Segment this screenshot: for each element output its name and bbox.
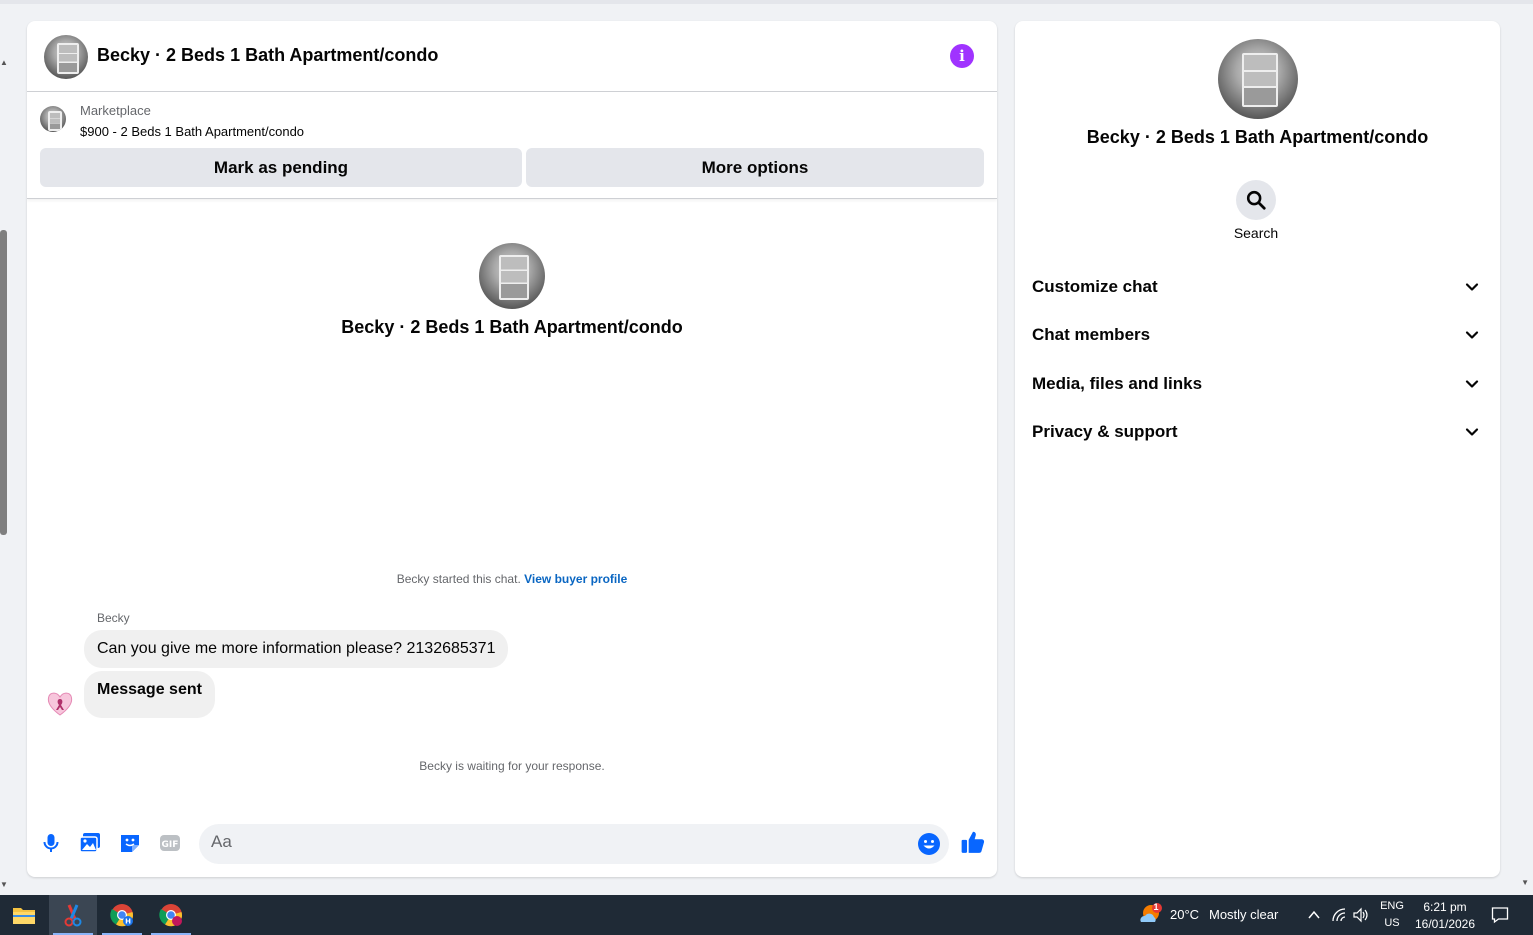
section-label: Privacy & support [1032, 422, 1178, 441]
section-chat-members[interactable]: Chat members [1015, 313, 1500, 357]
marketplace-label: Marketplace [80, 103, 151, 118]
message-input-box[interactable] [199, 824, 949, 864]
clock-date[interactable]: 16/01/2026 [1410, 917, 1480, 931]
wifi-icon[interactable] [1331, 907, 1349, 923]
view-buyer-profile-link[interactable]: View buyer profile [524, 572, 627, 586]
chevron-down-icon [1465, 331, 1479, 339]
section-privacy-support[interactable]: Privacy & support [1015, 410, 1500, 454]
page-scrollbar-thumb[interactable] [0, 230, 7, 535]
chat-started-notice: Becky started this chat. View buyer prof… [27, 572, 997, 586]
scroll-down-arrow-icon[interactable]: ▼ [0, 880, 8, 889]
weather-temperature: 20°C [1170, 907, 1200, 922]
chat-panel: Becky · 2 Beds 1 Bath Apartment/condo i … [27, 21, 997, 877]
listing-title[interactable]: $900 - 2 Beds 1 Bath Apartment/condo [80, 124, 304, 139]
section-label: Customize chat [1032, 277, 1158, 296]
section-label: Media, files and links [1032, 374, 1203, 393]
more-options-button[interactable]: More options [526, 148, 984, 187]
search-button[interactable] [1236, 180, 1276, 220]
language-indicator-bottom[interactable]: US [1377, 917, 1407, 929]
svg-text:H: H [125, 918, 131, 926]
thread-intro-avatar[interactable] [479, 243, 545, 309]
details-avatar[interactable] [1218, 39, 1298, 119]
taskbar-snipping-tool[interactable] [49, 895, 97, 935]
chrome-icon: H [110, 904, 134, 927]
microphone-icon[interactable] [39, 831, 63, 855]
message-input[interactable] [211, 832, 901, 852]
volume-icon[interactable] [1352, 907, 1370, 923]
section-customize-chat[interactable]: Customize chat [1015, 265, 1500, 309]
thread-intro-name: Becky · 2 Beds 1 Bath Apartment/condo [341, 317, 683, 337]
weather-description: Mostly clear [1209, 907, 1279, 922]
chat-details-panel: Becky · 2 Beds 1 Bath Apartment/condo Se… [1015, 21, 1500, 877]
gif-icon[interactable]: GIF [158, 831, 182, 855]
mark-as-pending-button[interactable]: Mark as pending [40, 148, 522, 187]
chevron-down-icon [1465, 283, 1479, 291]
windows-taskbar: H 1 20°C Mostly clear ENG US 6:21 pm 16/… [0, 895, 1533, 935]
sender-name: Becky [97, 611, 130, 625]
section-label: Chat members [1032, 325, 1151, 344]
listing-thumbnail[interactable] [40, 106, 66, 132]
conversation-title[interactable]: Becky · 2 Beds 1 Bath Apartment/condo [97, 45, 438, 66]
taskbar-chrome-profile-h[interactable]: H [98, 895, 146, 935]
window-top-edge [0, 0, 1533, 4]
right-scroll-down-arrow-icon[interactable]: ▼ [1521, 878, 1529, 887]
chevron-down-icon [1465, 428, 1479, 436]
thumbs-up-icon[interactable] [960, 829, 986, 855]
search-label: Search [1233, 225, 1279, 241]
emoji-icon[interactable] [917, 832, 941, 856]
message-bubble[interactable]: Can you give me more information please?… [84, 630, 509, 668]
marketplace-banner: Marketplace $900 - 2 Beds 1 Bath Apartme… [27, 93, 997, 199]
details-name: Becky · 2 Beds 1 Bath Apartment/condo [1086, 127, 1429, 147]
chevron-up-icon[interactable] [1307, 909, 1321, 921]
folder-icon [13, 908, 35, 924]
conversation-avatar[interactable] [44, 35, 88, 79]
scissors-icon [64, 904, 82, 927]
weather-badge: 1 [1153, 902, 1159, 912]
section-media-files-links[interactable]: Media, files and links [1015, 362, 1500, 406]
notification-center-icon[interactable] [1491, 906, 1509, 924]
chat-header: Becky · 2 Beds 1 Bath Apartment/condo i [27, 21, 997, 92]
scroll-up-arrow-icon[interactable]: ▲ [0, 58, 8, 67]
message-bubble[interactable]: Message sent [84, 671, 215, 718]
chat-started-text: Becky started this chat. [396, 572, 521, 586]
taskbar-file-explorer[interactable] [0, 895, 48, 935]
search-icon [1246, 190, 1266, 210]
message-composer: GIF [27, 813, 997, 877]
heart-ribbon-avatar-icon[interactable] [45, 688, 75, 718]
language-indicator-top[interactable]: ENG [1377, 900, 1407, 912]
taskbar-chrome-profile-2[interactable] [147, 895, 195, 935]
chrome-icon [159, 904, 183, 927]
sticker-icon[interactable] [118, 831, 142, 855]
clock-time[interactable]: 6:21 pm [1410, 900, 1480, 914]
waiting-notice: Becky is waiting for your response. [419, 759, 605, 773]
photo-icon[interactable] [78, 831, 102, 855]
weather-widget[interactable]: 1 20°C Mostly clear [1136, 895, 1296, 935]
svg-text:GIF: GIF [162, 840, 179, 850]
info-icon[interactable]: i [950, 44, 974, 68]
chevron-down-icon [1465, 380, 1479, 388]
